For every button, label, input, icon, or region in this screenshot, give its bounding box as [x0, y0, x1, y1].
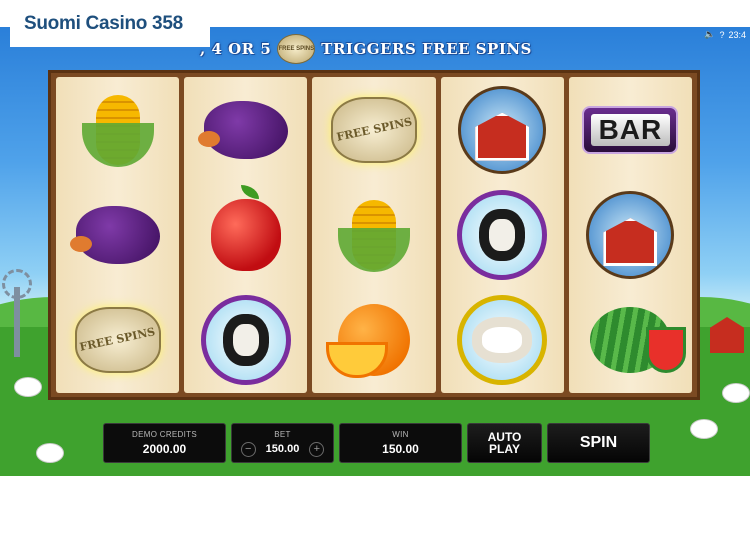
eggplant-icon	[197, 100, 288, 159]
credits-label: DEMO CREDITS	[132, 430, 197, 439]
speaker-icon[interactable]: 🔈	[704, 29, 715, 40]
background-sheep	[722, 383, 750, 403]
win-panel: WIN 150.00	[339, 423, 462, 463]
reel-2	[184, 77, 308, 393]
barn-symbol	[454, 84, 550, 176]
eggplant-symbol	[69, 189, 166, 281]
corn-icon	[81, 94, 154, 167]
site-logo[interactable]: Suomi Casino 358	[10, 0, 210, 47]
free-spins-bag-icon: FREE SPINS	[331, 96, 417, 163]
black-sheep-badge-icon	[200, 295, 291, 386]
free-spins-symbol: FREE SPINS	[70, 294, 166, 386]
site-logo-text: Suomi Casino 358	[24, 12, 183, 34]
system-tray: 🔈 ? 23:4	[704, 29, 746, 40]
free-spins-coin-icon: FREE SPINS	[277, 34, 316, 64]
apple-icon	[210, 184, 281, 271]
reel-5: BAR	[568, 77, 693, 393]
orange-symbol	[326, 294, 422, 386]
autoplay-button[interactable]: AUTO PLAY	[467, 423, 542, 463]
banner-text-right: TRIGGERS FREE SPINS	[321, 40, 532, 58]
control-bar: DEMO CREDITS 2000.00 BET − 150.00 + WIN …	[103, 423, 650, 463]
corn-symbol	[70, 84, 166, 176]
bet-label: BET	[274, 429, 291, 439]
bet-decrease-button[interactable]: −	[240, 441, 256, 457]
win-value: 150.00	[382, 442, 419, 456]
watermelon-symbol	[582, 294, 687, 386]
eggplant-icon	[69, 205, 160, 264]
help-button[interactable]: ?	[719, 30, 724, 40]
reel-4	[440, 77, 564, 393]
eggplant-symbol	[197, 84, 294, 176]
corn-icon	[338, 199, 410, 272]
spin-button[interactable]: SPIN	[547, 423, 650, 463]
bet-value: 150.00	[265, 443, 300, 455]
black-sheep-symbol	[198, 294, 294, 386]
barn-symbol	[582, 189, 678, 281]
watermelon-icon	[590, 307, 687, 374]
black-sheep-symbol	[454, 189, 550, 281]
windmill-decoration	[0, 257, 34, 357]
bar-symbol: BAR	[582, 84, 679, 176]
credits-panel: DEMO CREDITS 2000.00	[103, 423, 226, 463]
orange-icon	[326, 304, 410, 379]
barn-icon	[586, 190, 675, 279]
barn-icon	[458, 85, 547, 174]
bet-increase-button[interactable]: +	[309, 441, 325, 457]
bar-icon: BAR	[582, 105, 679, 154]
apple-symbol	[198, 184, 294, 281]
white-sheep-badge-icon	[457, 295, 548, 386]
win-label: WIN	[392, 430, 409, 439]
slot-game-canvas: , 4 OR 5 FREE SPINS TRIGGERS FREE SPINS …	[0, 27, 750, 476]
free-spins-banner: , 4 OR 5 FREE SPINS TRIGGERS FREE SPINS	[200, 33, 560, 65]
autoplay-label-line-2: PLAY	[489, 442, 520, 456]
reel-1: FREE SPINS	[56, 77, 180, 393]
white-sheep-symbol	[454, 294, 550, 386]
background-sheep	[14, 377, 42, 397]
free-spins-bag-icon: FREE SPINS	[74, 307, 161, 374]
corn-symbol	[326, 189, 422, 281]
free-spins-symbol: FREE SPINS	[326, 84, 422, 176]
bet-panel: BET − 150.00 +	[231, 423, 334, 463]
background-sheep	[36, 443, 64, 463]
black-sheep-badge-icon	[457, 189, 548, 280]
banner-text-left: , 4 OR 5	[200, 40, 272, 58]
spin-label: SPIN	[579, 434, 618, 451]
background-sheep	[690, 419, 718, 439]
clock: 23:4	[728, 29, 746, 40]
reel-grid: FREE SPINS FREE SPINS BAR	[48, 70, 700, 400]
reel-3: FREE SPINS	[312, 77, 436, 393]
credits-value: 2000.00	[142, 442, 187, 456]
